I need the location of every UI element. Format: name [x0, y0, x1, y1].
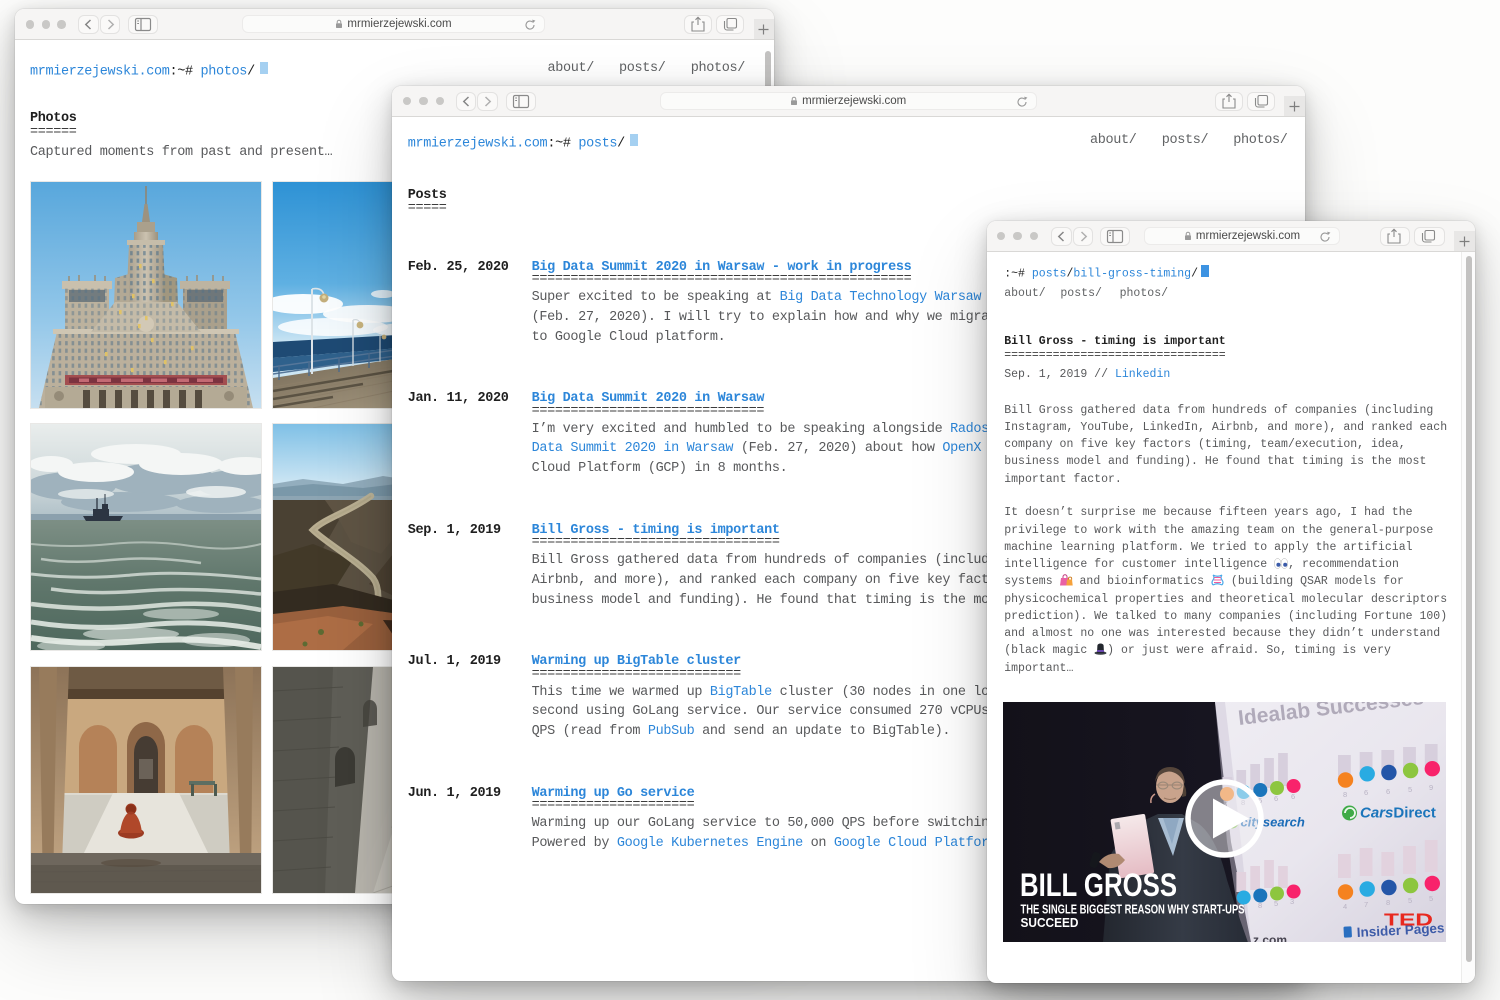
- svg-text:5: 5: [1408, 896, 1412, 905]
- svg-text:7: 7: [1364, 900, 1368, 909]
- svg-text:5: 5: [1429, 894, 1433, 903]
- svg-text:5: 5: [1408, 785, 1412, 794]
- svg-text:6: 6: [1386, 787, 1390, 796]
- svg-text:3: 3: [1290, 897, 1294, 906]
- svg-text:z.com: z.com: [1253, 933, 1287, 943]
- svg-text:8: 8: [1386, 898, 1390, 907]
- svg-text:8: 8: [1258, 901, 1262, 910]
- svg-text:6: 6: [1274, 794, 1278, 803]
- svg-text:6: 6: [1291, 792, 1295, 801]
- svg-text:6: 6: [1364, 788, 1368, 797]
- svg-text:TED: TED: [1384, 909, 1433, 929]
- svg-text:BILL GROSS: BILL GROSS: [1020, 867, 1177, 903]
- svg-text:8: 8: [1343, 790, 1347, 799]
- svg-text:5: 5: [1274, 899, 1278, 908]
- svg-text:9: 9: [1429, 783, 1433, 792]
- svg-text:4: 4: [1343, 902, 1347, 911]
- svg-text:SUCCEED: SUCCEED: [1020, 915, 1078, 930]
- svg-text:CarsDirect: CarsDirect: [1360, 804, 1436, 821]
